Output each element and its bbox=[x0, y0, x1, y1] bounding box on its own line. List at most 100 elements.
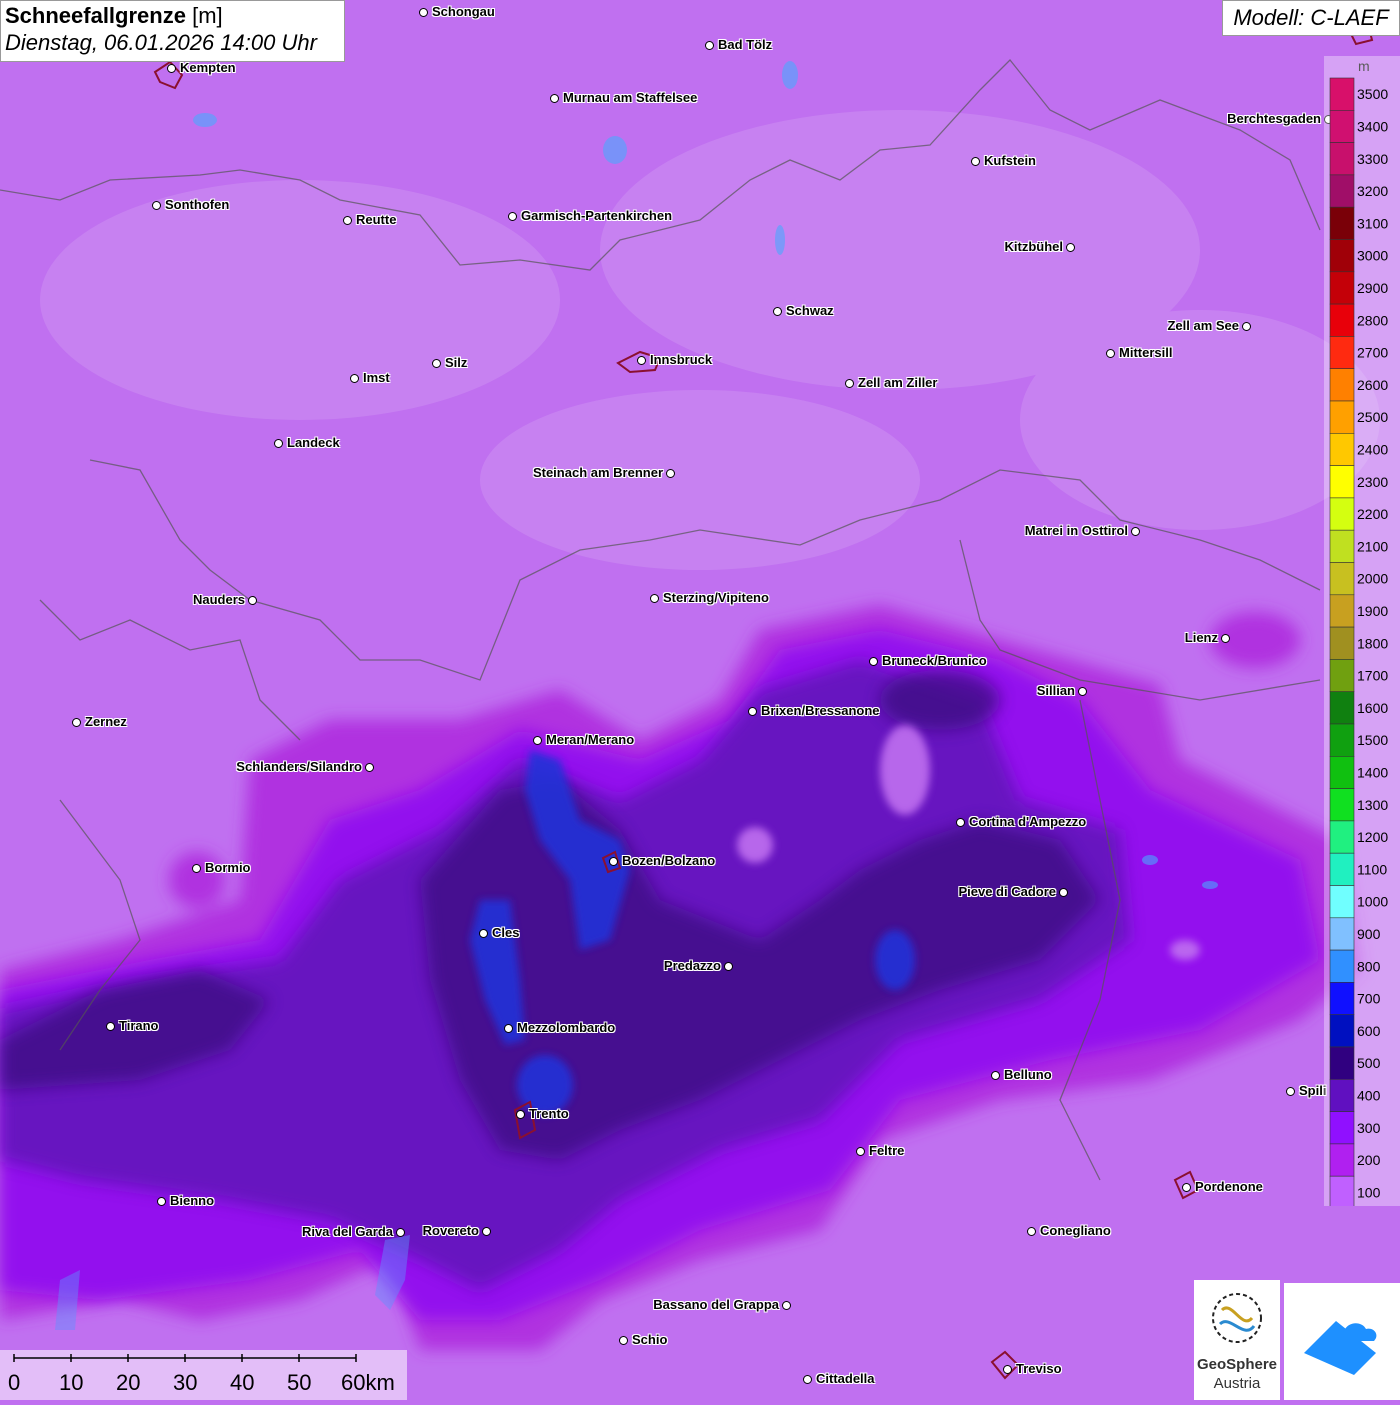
city-marker bbox=[152, 201, 161, 210]
city-marker bbox=[479, 929, 488, 938]
legend-label: 1500 bbox=[1357, 732, 1388, 748]
model-label: Modell: C-LAEF bbox=[1222, 0, 1400, 36]
legend-label: 1000 bbox=[1357, 894, 1388, 910]
city-marker bbox=[956, 818, 965, 827]
city-label: Sterzing/Vipiteno bbox=[663, 590, 769, 605]
city-marker bbox=[1003, 1365, 1012, 1374]
legend-label: 700 bbox=[1357, 991, 1381, 1007]
legend-swatch bbox=[1329, 755, 1355, 789]
scale-tick-label: 50 bbox=[287, 1370, 312, 1395]
city-label: Zell am See bbox=[1167, 318, 1239, 333]
city-label: Predazzo bbox=[663, 958, 721, 973]
city-marker bbox=[192, 864, 201, 873]
city-label: Pieve di Cadore bbox=[958, 884, 1056, 899]
legend-label: 300 bbox=[1357, 1120, 1381, 1136]
legend-label: 2200 bbox=[1357, 506, 1388, 522]
legend-label: 1700 bbox=[1357, 668, 1388, 684]
color-legend: 3500 3400 3300 3200 3100 3000 2900 2800 2700 2600… bbox=[1324, 56, 1400, 1206]
legend-swatch bbox=[1329, 271, 1355, 305]
city-marker bbox=[1242, 322, 1251, 331]
legend-label: 2900 bbox=[1357, 280, 1388, 296]
city-marker bbox=[504, 1024, 513, 1033]
city-label: Innsbruck bbox=[650, 352, 713, 367]
city-marker bbox=[432, 359, 441, 368]
city-label: Landeck bbox=[287, 435, 340, 450]
city-label: Schio bbox=[632, 1332, 668, 1347]
city-label: Rovereto bbox=[422, 1223, 479, 1238]
city-label: Meran/Merano bbox=[546, 732, 635, 747]
legend-label: 1800 bbox=[1357, 635, 1388, 651]
legend-label: 3300 bbox=[1357, 151, 1388, 167]
city-marker bbox=[508, 212, 517, 221]
city-label: Reutte bbox=[356, 212, 397, 227]
scale-tick-label: 10 bbox=[59, 1370, 84, 1395]
legend-swatch bbox=[1329, 206, 1355, 240]
city-marker bbox=[845, 379, 854, 388]
map-datetime: Dienstag, 06.01.2026 14:00 Uhr bbox=[5, 30, 317, 55]
city-label: Conegliano bbox=[1040, 1223, 1111, 1238]
legend-label: 2400 bbox=[1357, 441, 1388, 457]
map-title-unit: [m] bbox=[192, 3, 223, 28]
scale-tick-label: 40 bbox=[230, 1370, 255, 1395]
city-marker bbox=[803, 1375, 812, 1384]
city-marker bbox=[869, 657, 878, 666]
legend-swatch bbox=[1329, 336, 1355, 369]
legend-label: 400 bbox=[1357, 1087, 1381, 1103]
city-label: Schongau bbox=[432, 4, 495, 19]
city-label: Kitzbühel bbox=[1004, 239, 1064, 254]
city-label: Brixen/Bressanone bbox=[761, 703, 880, 718]
city-marker bbox=[971, 157, 980, 166]
city-label: Steinach am Brenner bbox=[532, 465, 663, 480]
legend-swatch bbox=[1329, 1143, 1355, 1177]
city-marker bbox=[609, 857, 618, 866]
city-marker bbox=[773, 307, 782, 316]
city-marker bbox=[724, 962, 733, 971]
city-label: Schlanders/Silandro bbox=[236, 759, 362, 774]
legend-label: 2700 bbox=[1357, 345, 1388, 361]
legend-swatch bbox=[1329, 820, 1355, 854]
city-label: Kufstein bbox=[984, 153, 1036, 168]
city-label: Sonthofen bbox=[165, 197, 230, 212]
legend-swatch bbox=[1329, 174, 1355, 208]
legend-swatch bbox=[1329, 917, 1355, 951]
city-label: Lienz bbox=[1184, 630, 1218, 645]
city-label: Zernez bbox=[85, 714, 127, 729]
city-marker bbox=[516, 1110, 525, 1119]
city-label: Mittersill bbox=[1119, 345, 1173, 360]
city-label: Cles bbox=[492, 925, 520, 940]
map-title-text: Schneefallgrenze bbox=[5, 3, 186, 28]
city-marker bbox=[1059, 888, 1068, 897]
legend-swatch bbox=[1329, 949, 1355, 983]
legend-label: 900 bbox=[1357, 926, 1381, 942]
city-marker bbox=[274, 439, 283, 448]
legend-label: 1100 bbox=[1357, 861, 1387, 877]
city-marker bbox=[1131, 527, 1140, 536]
city-label: Feltre bbox=[869, 1143, 905, 1158]
city-label: Nauders bbox=[192, 592, 245, 607]
legend-swatch bbox=[1329, 109, 1355, 143]
city-label: Berchtesgaden bbox=[1227, 111, 1321, 126]
city-label: Belluno bbox=[1004, 1067, 1052, 1082]
legend-swatch bbox=[1329, 1046, 1355, 1080]
legend-swatch bbox=[1329, 1175, 1355, 1206]
city-label: Imst bbox=[363, 370, 390, 385]
city-label: Cortina d'Ampezzo bbox=[969, 814, 1087, 829]
city-marker bbox=[550, 94, 559, 103]
legend-label: 3000 bbox=[1357, 248, 1388, 264]
city-label: Bozen/Bolzano bbox=[622, 853, 716, 868]
legend-swatch bbox=[1329, 594, 1355, 628]
city-label: Mezzolombardo bbox=[517, 1020, 616, 1035]
legend-swatch bbox=[1329, 400, 1355, 434]
city-marker bbox=[167, 64, 176, 73]
legend-label: 2300 bbox=[1357, 474, 1388, 490]
legend-label: 500 bbox=[1357, 1055, 1381, 1071]
city-label: Trento bbox=[529, 1106, 569, 1121]
legend-swatch bbox=[1329, 626, 1355, 660]
legend-label: 3100 bbox=[1357, 215, 1388, 231]
legend-swatch bbox=[1329, 1014, 1355, 1048]
city-marker bbox=[343, 216, 352, 225]
legend-swatch bbox=[1329, 142, 1355, 176]
city-marker bbox=[637, 356, 646, 365]
city-marker bbox=[533, 736, 542, 745]
legend-label: 2000 bbox=[1357, 571, 1388, 587]
